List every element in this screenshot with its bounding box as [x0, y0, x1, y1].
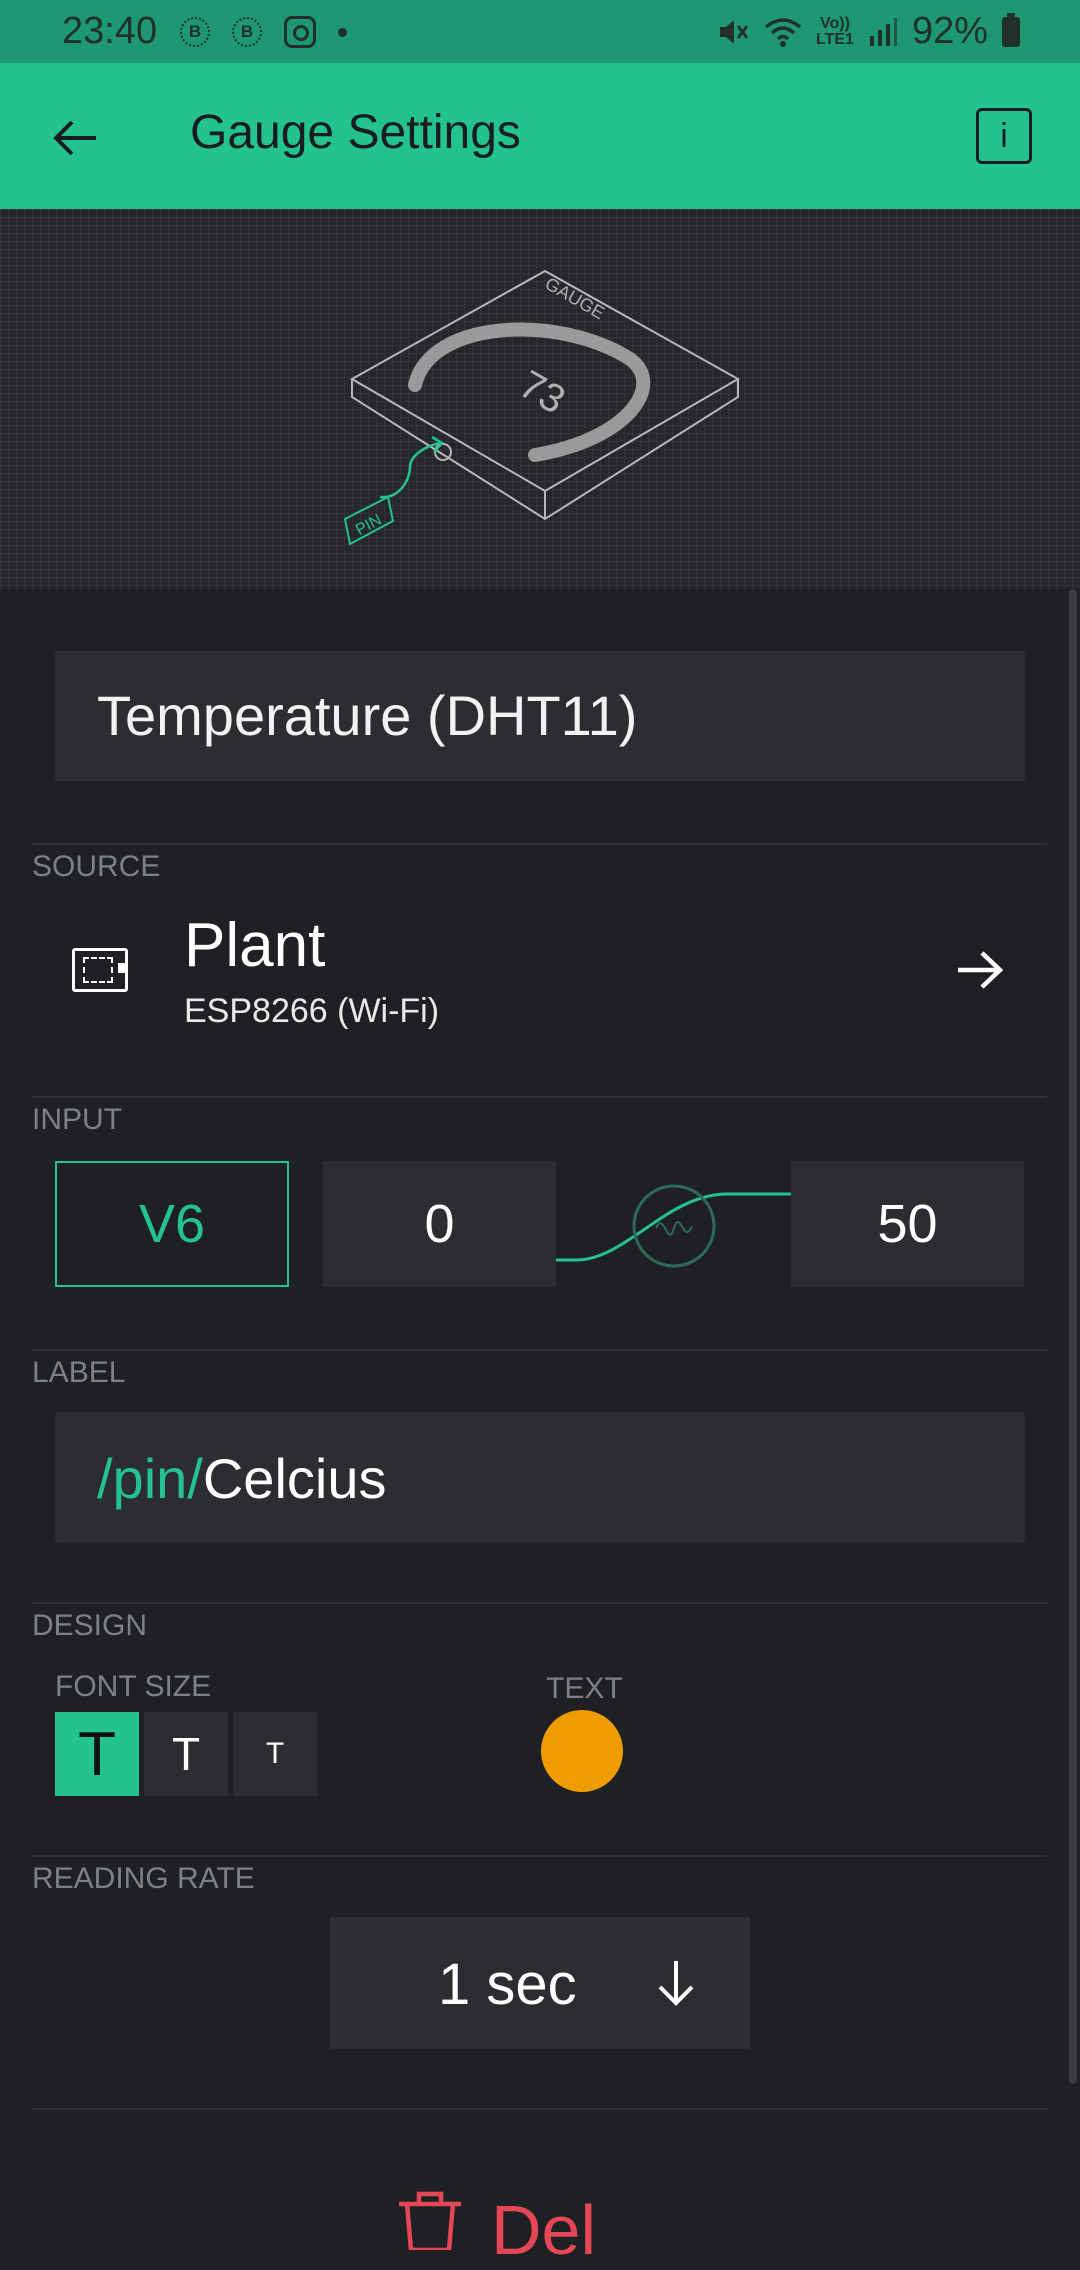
battery-icon	[1002, 12, 1020, 47]
status-time: 23:40	[62, 10, 158, 52]
battery-percent: 92%	[911, 10, 988, 52]
label-pin-prefix: /pin/	[97, 1447, 203, 1510]
dot-icon	[338, 27, 347, 37]
delete-button[interactable]: Del	[395, 2190, 596, 2270]
label-value: Celcius	[202, 1447, 387, 1510]
info-button[interactable]: i	[976, 108, 1032, 164]
wifi-icon	[764, 17, 802, 47]
divider	[32, 1096, 1047, 1098]
trash-icon	[399, 2191, 461, 2250]
scrollbar[interactable]	[1069, 589, 1077, 2084]
reading-rate-value: 1 sec	[438, 1952, 577, 2017]
divider	[32, 1855, 1047, 1857]
signal-icon	[869, 17, 897, 46]
volte-label: Vo))	[820, 14, 850, 32]
reading-rate-dropdown[interactable]: 1 sec	[330, 1917, 750, 2049]
status-notification-icons: B B	[180, 16, 347, 48]
device-board-icon	[72, 948, 128, 992]
app-bar: Gauge Settings i	[0, 63, 1080, 209]
font-size-large-button[interactable]: T	[55, 1712, 139, 1796]
lte-label: LTE1	[816, 30, 854, 48]
widget-preview: 73 GAUGE PIN	[0, 209, 1080, 589]
info-icon: i	[1000, 116, 1008, 155]
input-section-label: INPUT	[32, 1103, 122, 1136]
page-title: Gauge Settings	[190, 106, 521, 159]
back-arrow-icon	[53, 120, 96, 156]
divider	[32, 2108, 1047, 2110]
arrow-right-icon[interactable]	[950, 945, 1010, 995]
text-color-label: TEXT	[546, 1672, 623, 1705]
arrow-down-icon	[658, 1961, 694, 2006]
delete-label: Del	[491, 2191, 597, 2269]
gauge-illustration: 73 GAUGE PIN	[343, 269, 741, 546]
gauge-title-text: GAUGE	[542, 273, 608, 323]
pin-selector[interactable]: V6	[55, 1161, 289, 1287]
gauge-value-text: 73	[512, 362, 573, 422]
design-section-label: DESIGN	[32, 1609, 148, 1642]
divider	[32, 843, 1047, 845]
font-size-small-button[interactable]: T	[233, 1712, 317, 1796]
label-section-label: LABEL	[32, 1356, 126, 1389]
widget-name-field[interactable]: Temperature (DHT11)	[55, 651, 1025, 781]
divider	[32, 1602, 1047, 1604]
widget-name-text: Temperature (DHT11)	[97, 684, 638, 747]
status-system-icons: Vo)) LTE1 92%	[716, 10, 1020, 53]
divider	[32, 1349, 1047, 1351]
status-bar: 23:40 B B Vo)) LTE1 92%	[0, 0, 1080, 63]
b-circle-icon: B	[232, 17, 262, 47]
mapping-curve-icon[interactable]	[556, 1180, 791, 1280]
device-model: ESP8266 (Wi-Fi)	[184, 992, 440, 1030]
network-label: Vo)) LTE1	[816, 14, 854, 48]
font-size-medium-button[interactable]: T	[144, 1712, 228, 1796]
label-text: /pin/Celcius	[97, 1446, 386, 1511]
b-circle-icon: B	[180, 17, 210, 47]
min-value-field[interactable]: 0	[323, 1161, 556, 1287]
source-section-label: SOURCE	[32, 850, 161, 883]
label-input-field[interactable]: /pin/Celcius	[55, 1412, 1025, 1542]
text-color-swatch[interactable]	[541, 1710, 623, 1792]
reading-rate-section-label: READING RATE	[32, 1862, 255, 1895]
back-button[interactable]	[40, 103, 110, 173]
mute-icon	[720, 19, 749, 44]
font-size-label: FONT SIZE	[55, 1670, 212, 1703]
device-name: Plant	[184, 911, 326, 980]
max-value-field[interactable]: 50	[791, 1161, 1024, 1287]
instagram-icon	[284, 16, 316, 48]
